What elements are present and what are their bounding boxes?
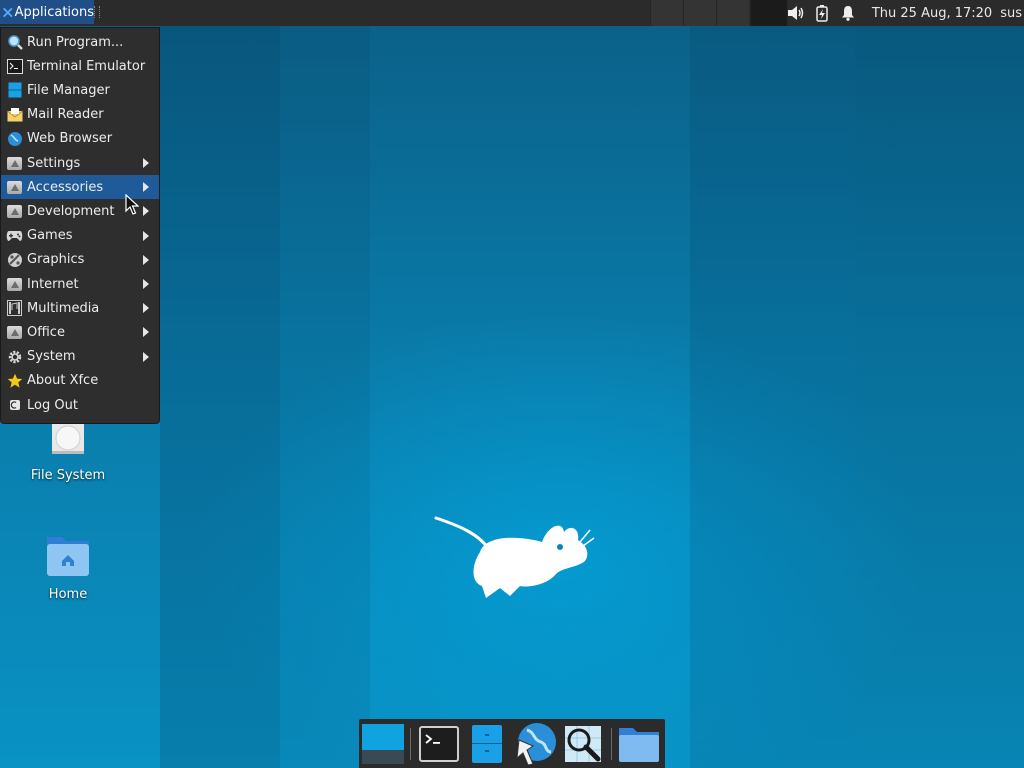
file-manager-icon [6, 82, 23, 99]
submenu-arrow-icon [143, 206, 149, 217]
terminal-icon [6, 58, 23, 75]
wallpaper-stripe [690, 0, 855, 768]
gamepad-icon [6, 227, 23, 244]
run-program-icon [6, 34, 23, 51]
workspace-3[interactable] [716, 0, 749, 26]
menu-item-label: Settings [27, 155, 81, 171]
home-folder-icon [47, 537, 89, 576]
menu-item-label: File Manager [27, 82, 110, 98]
office-icon [6, 324, 23, 341]
home-desktop-icon[interactable]: Home [23, 533, 113, 602]
menu-item-label: About Xfce [27, 373, 99, 389]
submenu-arrow-icon [143, 254, 149, 265]
submenu-arrow-icon [143, 327, 149, 338]
show-desktop-icon[interactable] [361, 722, 405, 766]
menu-item-label: Accessories [27, 179, 104, 195]
workspace-2[interactable] [683, 0, 716, 26]
folder-icon[interactable] [617, 722, 661, 766]
xfce-logo-icon [3, 7, 13, 17]
menu-item-label: Internet [27, 276, 79, 292]
applications-menu-button[interactable]: Applications [0, 0, 94, 24]
development-icon [6, 203, 23, 220]
gear-icon [6, 348, 23, 365]
menu-item-run-program[interactable]: Run Program... [1, 30, 159, 54]
logout-icon [6, 397, 23, 414]
menu-item-mail-reader[interactable]: Mail Reader [1, 103, 159, 127]
menu-item-office[interactable]: Office [1, 320, 159, 344]
submenu-arrow-icon [143, 158, 149, 168]
menu-item-system[interactable]: System [1, 345, 159, 369]
menu-item-about-xfce[interactable]: About Xfce [1, 369, 159, 393]
battery-charging-icon[interactable] [812, 3, 832, 23]
menu-item-multimedia[interactable]: Multimedia [1, 296, 159, 320]
file-system-desktop-icon[interactable]: File System [23, 418, 113, 483]
applications-menu: Run Program... Terminal Emulator File Mana… [0, 27, 160, 424]
menu-item-label: Log Out [27, 397, 78, 413]
menu-item-internet[interactable]: Internet [1, 272, 159, 296]
menu-item-settings[interactable]: Settings [1, 151, 159, 175]
graphics-icon [6, 251, 23, 268]
submenu-arrow-icon [143, 351, 149, 362]
wallpaper-stripe [280, 0, 370, 768]
menu-item-terminal-emulator[interactable]: Terminal Emulator [1, 54, 159, 78]
menu-item-label: Graphics [27, 252, 85, 268]
submenu-arrow-icon [143, 182, 149, 193]
menu-item-label: Development [27, 203, 115, 219]
menu-item-web-browser[interactable]: Web Browser [1, 127, 159, 151]
menu-item-label: Mail Reader [27, 107, 104, 123]
workspace-4[interactable] [750, 0, 787, 26]
notification-bell-icon[interactable] [838, 3, 858, 23]
mail-icon [6, 106, 23, 123]
multimedia-icon [6, 300, 23, 317]
mouse-pointer [125, 194, 139, 215]
terminal-icon[interactable] [417, 722, 461, 766]
user-menu[interactable]: sus [1000, 6, 1022, 21]
menu-item-label: Terminal Emulator [27, 58, 146, 74]
menu-item-log-out[interactable]: Log Out [1, 393, 159, 417]
workspace-1[interactable] [650, 0, 683, 26]
menu-item-label: Office [27, 324, 65, 340]
menu-item-file-manager[interactable]: File Manager [1, 78, 159, 102]
accessories-icon [6, 179, 23, 196]
menu-item-label: Web Browser [27, 131, 113, 147]
menu-item-games[interactable]: Games [1, 224, 159, 248]
star-icon [6, 372, 23, 389]
web-browser-icon[interactable] [513, 722, 557, 766]
applications-label: Applications [14, 4, 94, 20]
clock[interactable]: Thu 25 Aug, 17:20 [872, 6, 992, 21]
settings-icon [6, 155, 23, 172]
file-manager-icon[interactable] [465, 722, 509, 766]
menu-item-label: Run Program... [27, 34, 124, 50]
search-icon[interactable] [561, 722, 605, 766]
menu-item-label: System [27, 349, 76, 365]
system-tray: Thu 25 Aug, 17:20 sus [786, 0, 1024, 26]
dock-panel [359, 719, 665, 768]
submenu-arrow-icon [143, 230, 149, 241]
dock-separator [611, 728, 612, 760]
web-browser-icon [6, 130, 23, 147]
wallpaper-stripe [855, 0, 1024, 768]
submenu-arrow-icon [143, 279, 149, 289]
wallpaper-stripe [160, 0, 280, 768]
file-system-label: File System [30, 468, 106, 483]
menu-item-label: Games [27, 228, 73, 244]
volume-icon[interactable] [786, 3, 806, 23]
dock-separator [410, 728, 411, 760]
menu-item-label: Multimedia [27, 300, 100, 316]
panel-handle[interactable] [94, 6, 100, 18]
menu-item-graphics[interactable]: Graphics [1, 248, 159, 272]
xfce-mouse-logo [434, 516, 595, 598]
submenu-arrow-icon [143, 303, 149, 314]
top-panel: Applications Thu 25 Aug, 17:20 sus [0, 0, 1024, 26]
desktop[interactable]: File System Home Applications Thu 25 Aug… [0, 0, 1024, 768]
internet-icon [6, 276, 23, 293]
home-label: Home [48, 587, 88, 602]
